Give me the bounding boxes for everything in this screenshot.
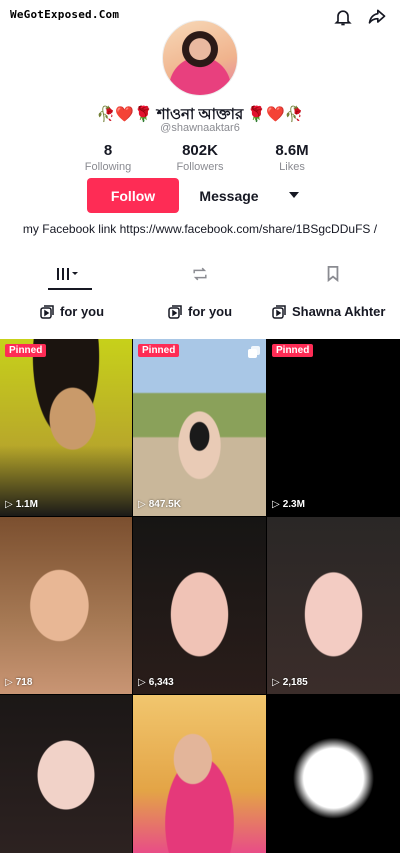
playlist-item[interactable]: for you bbox=[40, 304, 104, 319]
share-icon[interactable] bbox=[366, 6, 388, 28]
playlist-icon bbox=[40, 304, 54, 319]
play-icon: ▷ bbox=[138, 677, 146, 688]
video-thumbnail[interactable] bbox=[133, 695, 266, 853]
view-count: ▷ 6,343 bbox=[138, 677, 174, 688]
username: @shawnaaktar6 bbox=[160, 122, 240, 134]
chevron-down-icon[interactable] bbox=[282, 188, 306, 202]
video-thumbnail[interactable]: Pinned ▷ 847.5K bbox=[133, 339, 266, 516]
view-count-value: 718 bbox=[15, 677, 33, 688]
tab-videos[interactable] bbox=[0, 258, 133, 290]
stat-likes[interactable]: 8.6M Likes bbox=[246, 142, 338, 173]
multi-photo-icon bbox=[248, 345, 260, 363]
pinned-badge: Pinned bbox=[272, 344, 314, 357]
bell-icon[interactable] bbox=[332, 6, 354, 28]
video-thumbnail[interactable]: ▷ 2,185 bbox=[267, 517, 400, 694]
view-count-value: 1.1M bbox=[15, 499, 38, 510]
view-count-value: 847.5K bbox=[148, 499, 181, 510]
view-count: ▷ 2,185 bbox=[272, 677, 308, 688]
stat-followers[interactable]: 802K Followers bbox=[154, 142, 246, 173]
pinned-badge: Pinned bbox=[5, 344, 47, 357]
view-count: ▷ 718 bbox=[5, 677, 32, 688]
profile-tabs bbox=[0, 258, 400, 290]
tab-favorites[interactable] bbox=[267, 258, 400, 290]
top-actions bbox=[332, 6, 388, 28]
video-thumbnail[interactable]: Pinned ▷ 1.1M bbox=[0, 339, 132, 516]
video-thumbnail[interactable]: Pinned ▷ 2.3M bbox=[267, 339, 400, 516]
stat-label: Following bbox=[84, 161, 132, 173]
play-icon: ▷ bbox=[5, 677, 13, 688]
stat-value: 8 bbox=[103, 142, 113, 159]
tab-reposts[interactable] bbox=[133, 258, 266, 290]
playlist-label: for you bbox=[188, 304, 233, 319]
follow-button[interactable]: Follow bbox=[87, 178, 179, 213]
play-icon: ▷ bbox=[138, 499, 146, 510]
stat-value: 802K bbox=[182, 142, 218, 159]
play-icon: ▷ bbox=[272, 677, 280, 688]
stat-following[interactable]: 8 Following bbox=[62, 142, 154, 173]
name-decoration-right: 🌹❤️🥀 bbox=[247, 106, 304, 123]
view-count: ▷ 1.1M bbox=[5, 499, 38, 510]
play-icon: ▷ bbox=[272, 499, 280, 510]
view-count-value: 2.3M bbox=[282, 499, 305, 510]
video-grid: Pinned ▷ 1.1M Pinned ▷ 847.5K Pinned ▷ 2.3M… bbox=[0, 339, 400, 853]
avatar[interactable] bbox=[162, 20, 238, 96]
playlist-icon bbox=[168, 304, 182, 319]
view-count: ▷ 2.3M bbox=[272, 499, 305, 510]
play-icon: ▷ bbox=[5, 499, 13, 510]
message-button[interactable]: Message bbox=[189, 178, 269, 213]
bio-text: my Facebook link https://www.facebook.co… bbox=[22, 222, 378, 236]
playlist-item[interactable]: for you bbox=[168, 304, 232, 319]
display-name: শাওনা আক্তার bbox=[156, 106, 244, 123]
stat-value: 8.6M bbox=[275, 142, 309, 159]
playlist-label: for you bbox=[60, 304, 105, 319]
playlist-icon bbox=[272, 304, 286, 319]
stat-label: Likes bbox=[279, 161, 305, 173]
video-thumbnail[interactable]: ▷ 6,343 bbox=[133, 517, 266, 694]
video-thumbnail[interactable] bbox=[267, 695, 400, 853]
grid-icon bbox=[56, 268, 78, 280]
video-thumbnail[interactable] bbox=[0, 695, 132, 853]
bookmark-icon bbox=[327, 266, 339, 282]
pinned-badge: Pinned bbox=[138, 344, 180, 357]
stat-label: Followers bbox=[176, 161, 224, 173]
name-decoration-left: 🥀❤️🌹 bbox=[96, 106, 153, 123]
playlist-label: Shawna Akhter bbox=[292, 304, 386, 319]
view-count-value: 6,343 bbox=[148, 677, 174, 688]
playlist-item[interactable]: Shawna Akhter bbox=[272, 304, 385, 319]
watermark-text: WeGotExposed.Com bbox=[10, 8, 120, 21]
view-count: ▷ 847.5K bbox=[138, 499, 181, 510]
video-thumbnail[interactable]: ▷ 718 bbox=[0, 517, 132, 694]
repost-icon bbox=[193, 267, 207, 281]
view-count-value: 2,185 bbox=[282, 677, 308, 688]
stats-row: 8 Following 802K Followers 8.6M Likes bbox=[0, 142, 400, 173]
